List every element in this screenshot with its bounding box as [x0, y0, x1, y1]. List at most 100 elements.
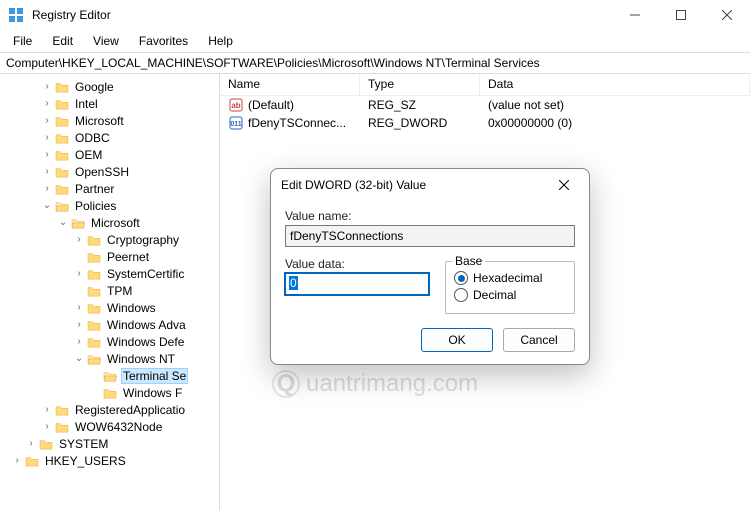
tree-item[interactable]: ›Windows — [0, 299, 219, 316]
list-row[interactable]: 011fDenyTSConnec...REG_DWORD0x00000000 (… — [220, 114, 750, 132]
folder-icon — [54, 182, 70, 196]
chevron-right-icon[interactable]: › — [72, 302, 86, 313]
address-bar[interactable]: Computer\HKEY_LOCAL_MACHINE\SOFTWARE\Pol… — [0, 52, 750, 74]
dec-label: Decimal — [473, 288, 516, 302]
tree-item[interactable]: ›ODBC — [0, 129, 219, 146]
tree-item[interactable]: Peernet — [0, 248, 219, 265]
chevron-right-icon[interactable]: › — [40, 183, 54, 194]
title-bar: Registry Editor — [0, 0, 750, 30]
chevron-right-icon[interactable]: › — [10, 455, 24, 466]
tree-item[interactable]: TPM — [0, 282, 219, 299]
tree-item-label: Microsoft — [89, 216, 142, 230]
tree-item[interactable]: ›HKEY_USERS — [0, 452, 219, 469]
chevron-right-icon[interactable]: › — [24, 438, 38, 449]
svg-text:ab: ab — [231, 101, 240, 110]
menu-file[interactable]: File — [4, 32, 41, 50]
tree-item[interactable]: Terminal Se — [0, 367, 219, 384]
chevron-right-icon[interactable]: › — [40, 421, 54, 432]
cancel-button[interactable]: Cancel — [503, 328, 575, 352]
chevron-right-icon[interactable]: › — [40, 404, 54, 415]
chevron-down-icon[interactable]: ⌄ — [40, 200, 54, 211]
value-data-label: Value data: — [285, 257, 429, 271]
folder-icon — [70, 216, 86, 230]
tree-item[interactable]: › Windows Defe — [0, 333, 219, 350]
address-text: Computer\HKEY_LOCAL_MACHINE\SOFTWARE\Pol… — [6, 56, 540, 70]
tree-item[interactable]: ⌄ Microsoft — [0, 214, 219, 231]
tree-item[interactable]: ⌄ Windows NT — [0, 350, 219, 367]
menu-help[interactable]: Help — [199, 32, 242, 50]
chevron-right-icon[interactable]: › — [40, 149, 54, 160]
chevron-right-icon[interactable]: › — [72, 319, 86, 330]
list-row[interactable]: ab(Default)REG_SZ(value not set) — [220, 96, 750, 114]
tree-item-label: SYSTEM — [57, 437, 110, 451]
chevron-right-icon[interactable]: › — [72, 234, 86, 245]
tree-item[interactable]: ›SystemCertific — [0, 265, 219, 282]
value-name-input[interactable] — [285, 225, 575, 247]
tree-item[interactable]: › Microsoft — [0, 112, 219, 129]
radio-decimal[interactable]: Decimal — [454, 288, 566, 302]
tree-pane[interactable]: ›Google›Intel›Microsoft›ODBC›OEM›OpenSSH… — [0, 74, 220, 510]
folder-icon — [54, 131, 70, 145]
watermark: Q uantrimang.com — [272, 370, 478, 398]
edit-dword-dialog: Edit DWORD (32-bit) Value Value name: Va… — [270, 168, 590, 365]
value-data-input[interactable] — [285, 273, 429, 295]
folder-icon — [54, 420, 70, 434]
folder-icon — [86, 284, 102, 298]
tree-item-label: Windows Defe — [105, 335, 186, 349]
tree-item[interactable]: › WOW6432Node — [0, 418, 219, 435]
tree-item[interactable]: ›Intel — [0, 95, 219, 112]
close-button[interactable] — [704, 0, 750, 30]
tree-item[interactable]: › RegisteredApplicatio — [0, 401, 219, 418]
dialog-close-button[interactable] — [549, 170, 579, 200]
menu-edit[interactable]: Edit — [43, 32, 82, 50]
base-label: Base — [452, 254, 485, 268]
tree-item[interactable]: ›OEM — [0, 146, 219, 163]
chevron-down-icon[interactable]: ⌄ — [72, 353, 86, 364]
menu-favorites[interactable]: Favorites — [130, 32, 197, 50]
tree-item[interactable]: › SYSTEM — [0, 435, 219, 452]
chevron-right-icon[interactable]: › — [40, 166, 54, 177]
folder-icon — [54, 403, 70, 417]
chevron-right-icon[interactable]: › — [40, 132, 54, 143]
chevron-right-icon[interactable]: › — [72, 336, 86, 347]
folder-icon — [54, 165, 70, 179]
value-data-selection: 0 — [289, 276, 298, 290]
maximize-button[interactable] — [658, 0, 704, 30]
tree-item[interactable]: ›Google — [0, 78, 219, 95]
app-icon — [8, 7, 24, 23]
chevron-right-icon[interactable]: › — [40, 81, 54, 92]
ok-button[interactable]: OK — [421, 328, 493, 352]
tree-item[interactable]: ⌄Policies — [0, 197, 219, 214]
tree-item-label: WOW6432Node — [73, 420, 164, 434]
window-controls — [612, 0, 750, 30]
folder-icon — [86, 318, 102, 332]
tree-item[interactable]: ›Windows Adva — [0, 316, 219, 333]
menu-view[interactable]: View — [84, 32, 128, 50]
radio-dot-icon — [454, 288, 468, 302]
dword-value-icon: 011 — [228, 115, 244, 131]
tree-item-label: Windows NT — [105, 352, 177, 366]
folder-icon — [54, 114, 70, 128]
chevron-right-icon[interactable]: › — [72, 268, 86, 279]
tree-item-label: Partner — [73, 182, 116, 196]
tree-item[interactable]: Windows F — [0, 384, 219, 401]
list-header: Name Type Data — [220, 74, 750, 96]
minimize-button[interactable] — [612, 0, 658, 30]
col-name[interactable]: Name — [220, 74, 360, 95]
folder-icon — [38, 437, 54, 451]
tree-item[interactable]: › Partner — [0, 180, 219, 197]
tree-item[interactable]: ›Cryptography — [0, 231, 219, 248]
tree-item-label: RegisteredApplicatio — [73, 403, 187, 417]
base-group: Base Hexadecimal Decimal — [445, 261, 575, 314]
radio-hexadecimal[interactable]: Hexadecimal — [454, 271, 566, 285]
col-type[interactable]: Type — [360, 74, 480, 95]
col-data[interactable]: Data — [480, 74, 750, 95]
chevron-down-icon[interactable]: ⌄ — [56, 217, 70, 228]
dialog-title-bar[interactable]: Edit DWORD (32-bit) Value — [271, 169, 589, 201]
tree-item[interactable]: ›OpenSSH — [0, 163, 219, 180]
folder-icon — [54, 97, 70, 111]
chevron-right-icon[interactable]: › — [40, 115, 54, 126]
tree-item-label: Microsoft — [73, 114, 126, 128]
chevron-right-icon[interactable]: › — [40, 98, 54, 109]
folder-icon — [86, 335, 102, 349]
